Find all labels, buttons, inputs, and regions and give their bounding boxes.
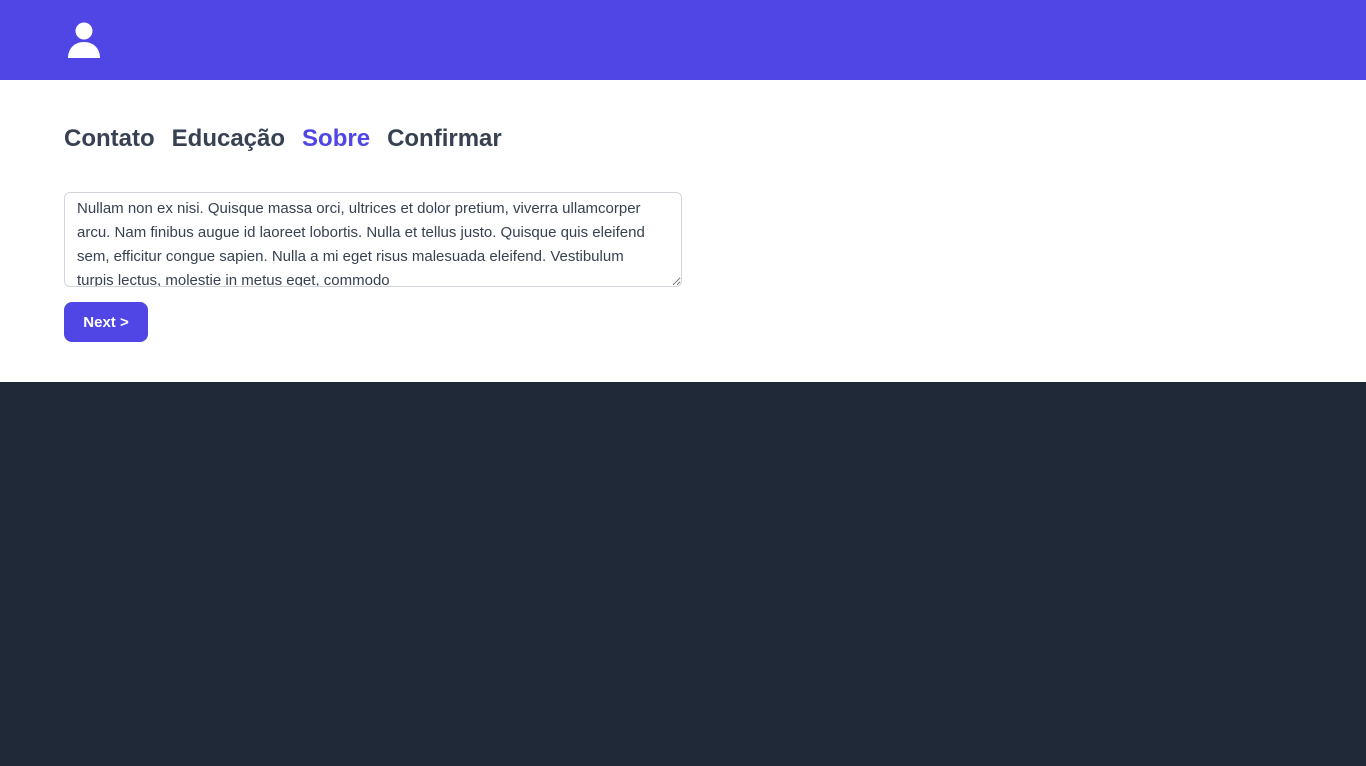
form-panel: Contato Educação Sobre Confirmar Next > [0, 80, 1366, 382]
step-tabs: Contato Educação Sobre Confirmar [64, 122, 502, 156]
about-field-wrapper [64, 192, 682, 287]
next-button[interactable]: Next > [64, 302, 148, 342]
tab-contato[interactable]: Contato [64, 123, 155, 155]
tab-sobre[interactable]: Sobre [302, 123, 370, 155]
tab-confirmar[interactable]: Confirmar [387, 123, 502, 155]
tab-educacao[interactable]: Educação [172, 123, 285, 155]
user-icon[interactable] [67, 22, 101, 58]
about-textarea[interactable] [64, 192, 682, 287]
footer-area [0, 382, 1366, 766]
top-header [0, 0, 1366, 80]
